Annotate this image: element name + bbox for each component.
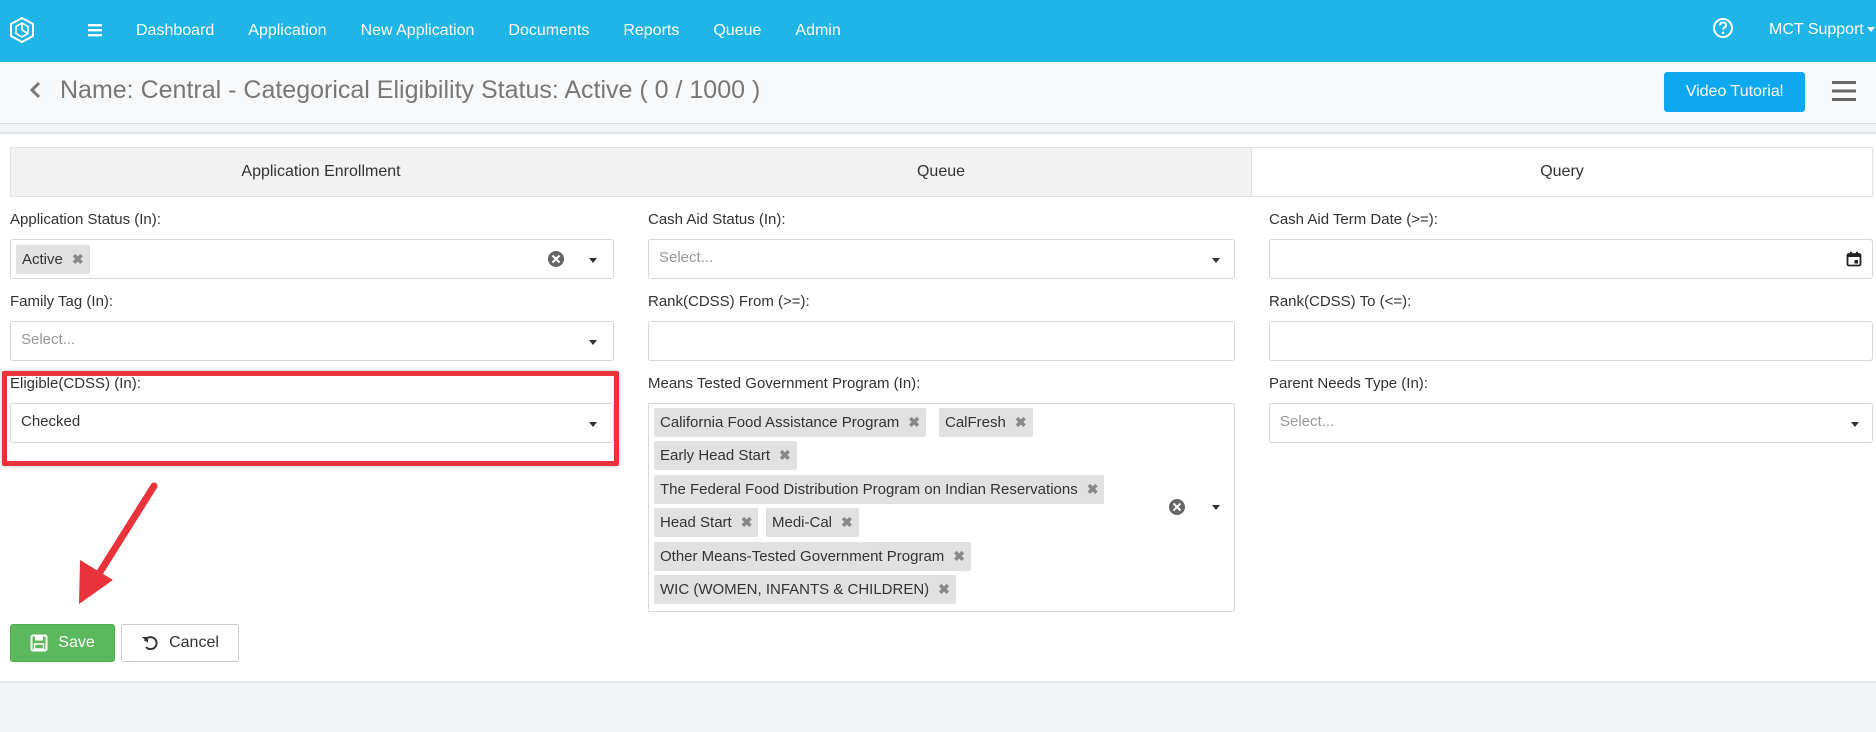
remove-chip-icon[interactable]: ✖ [908,414,920,431]
chip-early-head-start: Early Head Start ✖ [654,441,797,470]
chip-other-means-tested: Other Means-Tested Government Program ✖ [654,542,972,571]
clear-selection-icon[interactable] [547,250,565,268]
chip-wic: WIC (WOMEN, INFANTS & CHILDREN) ✖ [654,575,956,604]
chip-label: Active [22,251,63,268]
top-navbar: Dashboard Application New Application Do… [0,0,1876,62]
chip-calfresh: CalFresh ✖ [939,408,1033,437]
cash-aid-status-placeholder: Select... [659,249,714,266]
family-tag-label: Family Tag (In): [10,293,114,310]
video-tutorial-button[interactable]: Video Tutorial [1664,72,1805,112]
dropdown-caret-icon[interactable] [1851,422,1859,427]
remove-chip-icon[interactable]: ✖ [779,447,791,464]
tab-queue[interactable]: Queue [631,148,1251,196]
nav-queue[interactable]: Queue [713,22,761,40]
page-menu-icon[interactable] [1830,79,1858,103]
chip-label: Early Head Start [660,447,771,464]
chip-active: Active ✖ [16,245,90,274]
sidebar-toggle-icon[interactable] [85,20,105,40]
remove-chip-icon[interactable]: ✖ [841,514,853,531]
chip-label: Other Means-Tested Government Program [660,548,945,565]
dropdown-caret-icon[interactable] [1212,505,1220,510]
means-tested-select[interactable]: California Food Assistance Program ✖ CalF… [648,403,1235,612]
nav-documents[interactable]: Documents [508,22,589,40]
tab-application-enrollment[interactable]: Application Enrollment [11,148,631,196]
help-icon[interactable] [1712,17,1734,39]
parent-needs-type-select[interactable]: Select... [1269,403,1873,443]
rank-to-input[interactable] [1269,321,1873,361]
nav-reports[interactable]: Reports [623,22,679,40]
page-footer [0,681,1876,732]
rank-from-label: Rank(CDSS) From (>=): [648,293,810,310]
cancel-button[interactable]: Cancel [121,624,239,662]
main-nav: Dashboard Application New Application Do… [136,0,875,62]
chevron-down-icon [1866,27,1875,33]
remove-chip-icon[interactable]: ✖ [953,548,965,565]
application-status-select[interactable]: Active ✖ [10,239,614,279]
cash-aid-status-select[interactable]: Select... [648,239,1235,279]
remove-chip-icon[interactable]: ✖ [72,251,84,268]
chip-federal-food-distribution: The Federal Food Distribution Program on… [654,475,1105,504]
chip-medi-cal: Medi-Cal ✖ [766,508,859,537]
chip-label: The Federal Food Distribution Program on… [660,481,1078,498]
nav-dashboard[interactable]: Dashboard [136,22,214,40]
means-tested-label: Means Tested Government Program (In): [648,375,921,392]
family-tag-placeholder: Select... [21,331,76,348]
tab-query[interactable]: Query [1251,148,1872,196]
parent-needs-type-label: Parent Needs Type (In): [1269,375,1428,392]
highlight-annotation [2,371,619,466]
user-name: MCT Support [1769,21,1864,38]
save-icon [30,634,48,652]
dropdown-caret-icon[interactable] [589,258,597,263]
cash-aid-term-date-input[interactable] [1269,239,1873,279]
annotation-arrow [79,482,158,604]
remove-chip-icon[interactable]: ✖ [1015,414,1027,431]
rank-from-input[interactable] [648,321,1235,361]
remove-chip-icon[interactable]: ✖ [1087,481,1099,498]
chip-head-start: Head Start ✖ [654,508,759,537]
remove-chip-icon[interactable]: ✖ [741,514,753,531]
undo-icon [142,636,158,651]
save-label: Save [58,634,95,651]
dropdown-caret-icon[interactable] [1212,258,1220,263]
remove-chip-icon[interactable]: ✖ [938,581,950,598]
chip-label: CalFresh [945,414,1006,431]
calendar-icon[interactable] [1846,251,1862,267]
cash-aid-status-label: Cash Aid Status (In): [648,211,786,228]
nav-application[interactable]: Application [248,22,326,40]
chip-label: WIC (WOMEN, INFANTS & CHILDREN) [660,581,930,598]
tab-bar: Application Enrollment Queue Query [10,147,1873,197]
back-icon[interactable] [27,80,43,100]
chip-label: Medi-Cal [772,514,833,531]
save-button[interactable]: Save [10,624,115,662]
cancel-label: Cancel [169,634,219,651]
dropdown-caret-icon[interactable] [589,340,597,345]
cash-aid-term-date-label: Cash Aid Term Date (>=): [1269,211,1438,228]
user-menu[interactable]: MCT Support [1769,21,1875,39]
parent-needs-type-placeholder: Select... [1280,413,1335,430]
family-tag-select[interactable]: Select... [10,321,614,361]
application-status-label: Application Status (In): [10,211,161,228]
chip-label: California Food Assistance Program [660,414,900,431]
clear-selection-icon[interactable] [1168,498,1186,516]
app-logo-icon[interactable] [8,16,36,44]
nav-admin[interactable]: Admin [795,22,840,40]
chip-california-food-assistance: California Food Assistance Program ✖ [654,408,927,437]
chip-label: Head Start [660,514,732,531]
rank-to-label: Rank(CDSS) To (<=): [1269,293,1412,310]
page-title: Name: Central - Categorical Eligibility … [60,76,761,104]
nav-new-application[interactable]: New Application [361,22,475,40]
